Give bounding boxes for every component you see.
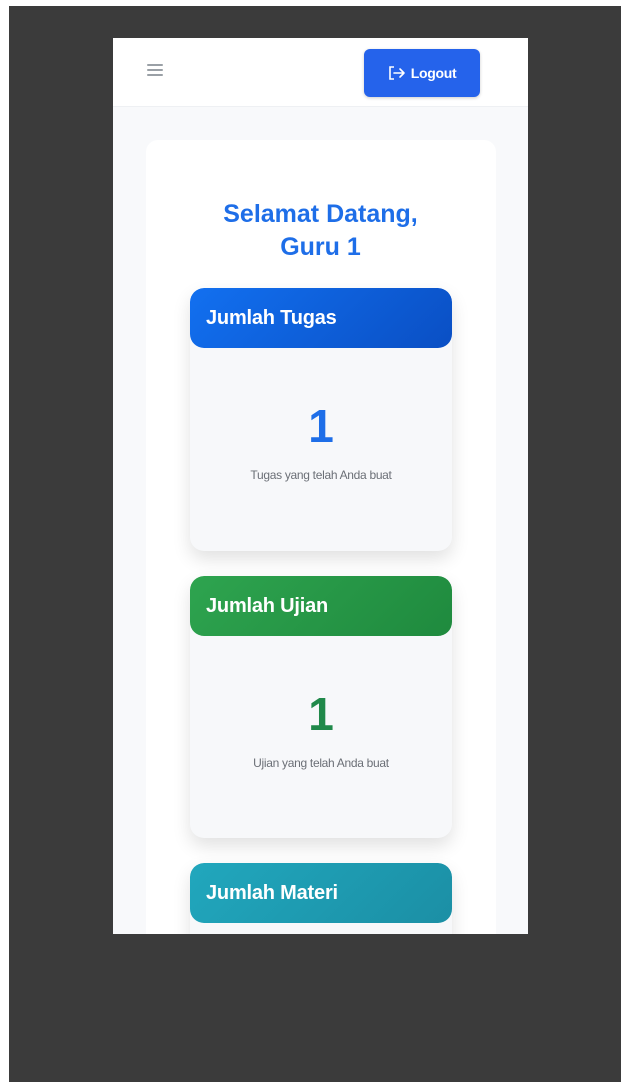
welcome-heading: Selamat Datang, Guru 1 [113,198,528,264]
logout-icon [388,66,405,80]
stat-card-tugas: Jumlah Tugas 1 Tugas yang telah Anda bua… [190,288,452,551]
hamburger-menu-icon[interactable] [147,64,163,78]
stat-card-value: 1 [308,688,334,740]
logout-label: Logout [410,65,457,81]
stat-card-title: Jumlah Ujian [190,576,452,636]
stat-card-description: Tugas yang telah Anda buat [250,468,392,482]
stat-card-description: Ujian yang telah Anda buat [253,756,389,770]
stat-card-materi: Jumlah Materi [190,863,452,934]
welcome-line-1: Selamat Datang, [223,200,418,228]
stat-card-value: 1 [308,400,334,452]
stat-card-title: Jumlah Tugas [190,288,452,348]
stat-card-ujian: Jumlah Ujian 1 Ujian yang telah Anda bua… [190,576,452,838]
welcome-line-2: Guru 1 [280,233,361,261]
logout-button[interactable]: Logout [364,49,480,97]
mobile-viewport: Logout Selamat Datang, Guru 1 Jumlah Tug… [113,38,528,934]
top-navbar: Logout [113,38,528,107]
stat-card-title: Jumlah Materi [190,863,452,923]
